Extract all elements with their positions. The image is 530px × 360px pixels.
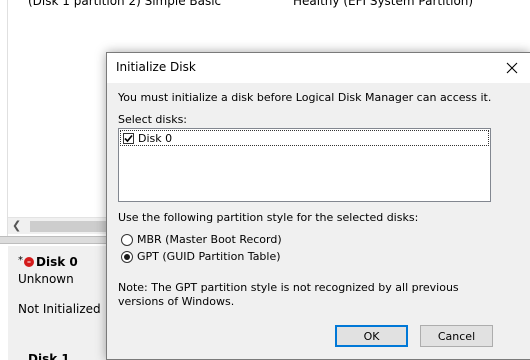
- radio-selected-dot: [124, 253, 130, 260]
- disk-list[interactable]: Disk 0: [118, 128, 491, 202]
- select-disks-label: Select disks:: [118, 113, 188, 126]
- close-icon: [506, 62, 518, 74]
- disk-0-status: Not Initialized: [18, 302, 101, 316]
- mbr-radio[interactable]: [121, 233, 133, 246]
- error-icon: –: [24, 257, 34, 267]
- disk-0-label: Disk 0: [138, 131, 173, 145]
- disk-0-panel[interactable]: * – Disk 0 Unknown Not Initialized: [8, 246, 108, 350]
- volume-row-layout[interactable]: (Disk 1 partition 2) Simple Basic: [28, 0, 221, 8]
- disk-1-name: Disk 1: [28, 352, 70, 360]
- gpt-radio[interactable]: [121, 250, 133, 263]
- dialog-title: Initialize Disk: [116, 60, 196, 74]
- checkmark-icon: [124, 134, 133, 142]
- gpt-label: GPT (GUID Partition Table): [137, 250, 281, 263]
- partition-style-label: Use the following partition style for th…: [118, 211, 419, 224]
- disk-0-name: Disk 0: [36, 255, 78, 269]
- gpt-note: Note: The GPT partition style is not rec…: [118, 281, 459, 308]
- mbr-label: MBR (Master Boot Record): [137, 233, 282, 246]
- dialog-message: You must initialize a disk before Logica…: [118, 91, 492, 104]
- scroll-left-icon[interactable]: ❮: [12, 219, 21, 232]
- dialog-titlebar[interactable]: Initialize Disk: [107, 53, 530, 83]
- disk-0-checkbox[interactable]: [123, 132, 134, 144]
- close-button[interactable]: [496, 55, 528, 81]
- initialize-disk-dialog: Initialize Disk You must initialize a di…: [106, 52, 530, 360]
- ok-button[interactable]: OK: [335, 325, 408, 347]
- asterisk-icon: *: [18, 254, 23, 266]
- cancel-button[interactable]: Cancel: [420, 325, 493, 347]
- disk-0-type: Unknown: [18, 272, 74, 286]
- mbr-option[interactable]: MBR (Master Boot Record): [121, 233, 282, 246]
- list-item-disk-0[interactable]: Disk 0: [120, 130, 489, 146]
- scrollbar-thumb[interactable]: [30, 221, 114, 232]
- gpt-option[interactable]: GPT (GUID Partition Table): [121, 250, 281, 263]
- volume-row-status[interactable]: Healthy (EFI System Partition): [293, 0, 473, 8]
